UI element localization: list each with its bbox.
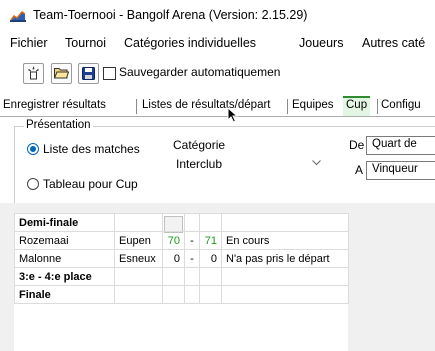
menu-autres[interactable]: Autres caté bbox=[362, 36, 425, 50]
menu-fichier[interactable]: Fichier bbox=[10, 36, 48, 50]
tab-enregistrer-resultats[interactable]: Enregistrer résultats bbox=[3, 99, 106, 111]
section-title: Finale bbox=[14, 285, 115, 304]
tab-separator bbox=[377, 99, 378, 114]
separator-cell: - bbox=[184, 249, 200, 268]
table-row[interactable]: Rozemaai Eupen 70 - 71 En cours bbox=[14, 231, 349, 250]
tab-equipes[interactable]: Equipes bbox=[292, 99, 334, 111]
mouse-cursor-icon bbox=[227, 106, 239, 126]
team1-cell: Rozemaai bbox=[14, 231, 115, 250]
category-dropdown[interactable]: Interclub bbox=[173, 155, 335, 175]
save-button[interactable] bbox=[78, 63, 99, 84]
separator-cell: - bbox=[184, 231, 200, 250]
menu-joueurs[interactable]: Joueurs bbox=[299, 36, 343, 50]
presentation-legend: Présentation bbox=[24, 119, 93, 131]
new-button[interactable] bbox=[23, 63, 44, 84]
chart-app-icon bbox=[10, 9, 26, 22]
match-table: Demi-finale Rozemaai Eupen 70 - 71 En co… bbox=[14, 213, 349, 304]
autosave-checkbox[interactable] bbox=[103, 67, 116, 80]
autosave-label: Sauvegarder automatiquemen bbox=[119, 65, 281, 79]
section-title: 3:e - 4:e place bbox=[14, 267, 115, 286]
radio-tableau-cup-label: Tableau pour Cup bbox=[43, 177, 138, 191]
to-select[interactable]: Vinqueur bbox=[366, 161, 435, 180]
table-row[interactable]: Malonne Esneux 0 - 0 N'a pas pris le dép… bbox=[14, 249, 349, 268]
team1-cell: Malonne bbox=[14, 249, 115, 268]
score1-cell: 70 bbox=[162, 231, 185, 250]
category-value: Interclub bbox=[176, 157, 223, 171]
to-value: Vinqueur bbox=[372, 163, 418, 175]
new-icon bbox=[27, 66, 40, 83]
radio-tableau-cup[interactable] bbox=[27, 178, 39, 190]
tab-listes-resultats[interactable]: Listes de résultats/départ bbox=[142, 99, 271, 111]
score2-cell: 71 bbox=[199, 231, 222, 250]
team2-cell: Eupen bbox=[114, 231, 163, 250]
window-title: Team-Toernooi - Bangolf Arena (Version: … bbox=[33, 8, 308, 22]
menu-categories[interactable]: Catégories individuelles bbox=[124, 36, 256, 50]
from-select[interactable]: Quart de bbox=[366, 136, 435, 155]
tab-strip-border bbox=[0, 116, 435, 117]
score1-cell: 0 bbox=[162, 249, 185, 268]
radio-liste-matches-label: Liste des matches bbox=[43, 142, 140, 156]
radio-liste-matches[interactable] bbox=[27, 143, 39, 155]
open-button[interactable] bbox=[51, 63, 72, 84]
section-row: Demi-finale bbox=[14, 213, 349, 232]
category-label: Catégorie bbox=[173, 138, 226, 152]
tab-cup[interactable]: Cup bbox=[346, 99, 367, 111]
status-cell: En cours bbox=[221, 231, 349, 250]
from-value: Quart de bbox=[372, 138, 417, 150]
team2-cell: Esneux bbox=[114, 249, 163, 268]
chevron-down-icon bbox=[312, 158, 321, 169]
section-row: 3:e - 4:e place bbox=[14, 267, 349, 286]
section-row: Finale bbox=[14, 285, 349, 304]
section-title: Demi-finale bbox=[14, 213, 115, 232]
tab-separator bbox=[136, 99, 137, 114]
tab-cup-underline bbox=[343, 96, 370, 98]
score2-cell: 0 bbox=[199, 249, 222, 268]
open-folder-icon bbox=[53, 67, 70, 82]
menu-tournoi[interactable]: Tournoi bbox=[65, 36, 106, 50]
from-label: De bbox=[349, 138, 365, 152]
grid-frame bbox=[0, 203, 14, 351]
save-icon bbox=[82, 67, 95, 83]
tab-configuration[interactable]: Configu bbox=[381, 99, 421, 111]
grid-frame bbox=[348, 213, 435, 351]
status-cell: N'a pas pris le départ bbox=[221, 249, 349, 268]
grid-frame bbox=[0, 203, 435, 213]
to-label: A bbox=[355, 163, 364, 177]
tab-separator bbox=[287, 99, 288, 114]
